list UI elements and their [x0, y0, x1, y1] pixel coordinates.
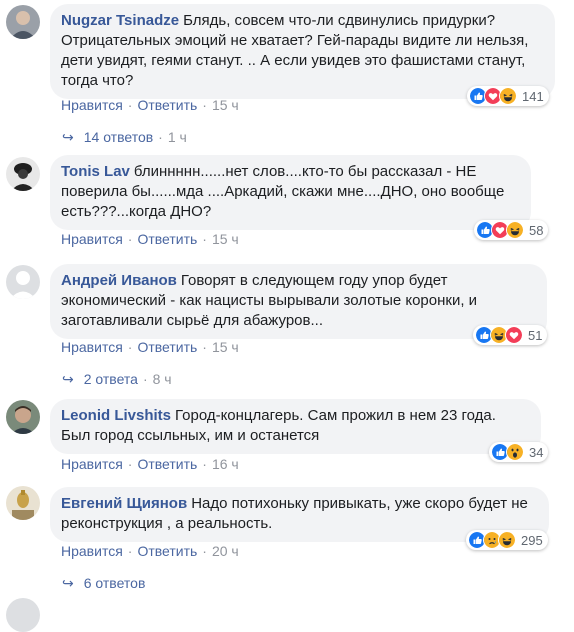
separator: ·: [202, 231, 207, 247]
comment-text: Leonid Livshits Город-концлагерь. Сам про…: [61, 406, 529, 446]
reaction-count: 141: [522, 88, 544, 104]
reaction-count: 34: [529, 444, 544, 460]
timestamp[interactable]: 15 ч: [212, 231, 239, 247]
comment-author[interactable]: Андрей Иванов: [61, 272, 177, 289]
comment-bubble: Nugzar Tsinadze Блядь, совсем что-ли сдви…: [50, 4, 555, 99]
comment-text: Андрей Иванов Говорят в следующем году уп…: [61, 271, 535, 331]
avatar[interactable]: [6, 486, 40, 520]
separator: ·: [142, 371, 148, 387]
replies-time: 1 ч: [167, 129, 187, 145]
timestamp[interactable]: 15 ч: [212, 339, 239, 355]
view-replies-link[interactable]: ↪ 14 ответов · 1 ч: [62, 129, 187, 146]
separator: ·: [127, 456, 133, 472]
comment-author[interactable]: Евгений Щиянов: [61, 495, 187, 512]
reaction-count: 51: [528, 327, 543, 343]
wow-icon: [506, 443, 524, 461]
timestamp[interactable]: 15 ч: [212, 97, 239, 113]
view-replies-link[interactable]: ↪ 6 ответов: [62, 575, 145, 592]
comment-actions: Нравится · Ответить · 15 ч: [61, 97, 239, 113]
view-replies-link[interactable]: ↪ 2 ответа · 8 ч: [62, 371, 172, 388]
reactions[interactable]: 34: [489, 442, 549, 462]
replies-count[interactable]: 2 ответа: [84, 371, 138, 387]
reactions[interactable]: 51: [473, 325, 548, 345]
reply-arrow-icon: ↪: [62, 129, 74, 145]
comment-text: Tonis Lav блиннннн......нет слов....кто-т…: [61, 162, 519, 222]
reply-arrow-icon: ↪: [62, 575, 74, 591]
comment-bubble: Leonid Livshits Город-концлагерь. Сам про…: [50, 399, 541, 454]
separator: ·: [202, 97, 207, 113]
like-button[interactable]: Нравится: [61, 543, 123, 559]
comment-actions: Нравится · Ответить · 15 ч: [61, 231, 239, 247]
reactions[interactable]: 295: [466, 530, 548, 550]
comment-actions: Нравится · Ответить · 15 ч: [61, 339, 239, 355]
comment-actions: Нравится · Ответить · 16 ч: [61, 456, 239, 472]
comment-text: Nugzar Tsinadze Блядь, совсем что-ли сдви…: [61, 11, 543, 91]
like-button[interactable]: Нравится: [61, 231, 123, 247]
comment-actions: Нравится · Ответить · 20 ч: [61, 543, 239, 559]
separator: ·: [202, 543, 207, 559]
replies-time: 8 ч: [152, 371, 172, 387]
love-icon: [505, 326, 523, 344]
reply-button[interactable]: Ответить: [137, 97, 197, 113]
reply-arrow-icon: ↪: [62, 371, 74, 387]
avatar[interactable]: [6, 265, 40, 299]
separator: ·: [127, 339, 133, 355]
timestamp[interactable]: 20 ч: [212, 543, 239, 559]
avatar[interactable]: [6, 598, 40, 632]
reply-button[interactable]: Ответить: [137, 456, 197, 472]
comment-bubble: Tonis Lav блиннннн......нет слов....кто-т…: [50, 155, 531, 230]
separator: ·: [202, 339, 207, 355]
avatar[interactable]: [6, 157, 40, 191]
replies-count[interactable]: 14 ответов: [84, 129, 153, 145]
like-button[interactable]: Нравится: [61, 456, 123, 472]
avatar[interactable]: [6, 5, 40, 39]
haha-icon: [506, 221, 524, 239]
timestamp[interactable]: 16 ч: [212, 456, 239, 472]
haha-icon: [499, 87, 517, 105]
haha-icon: [498, 531, 516, 549]
reaction-count: 58: [529, 222, 544, 238]
separator: ·: [127, 97, 133, 113]
separator: ·: [127, 543, 133, 559]
reactions[interactable]: 141: [467, 86, 549, 106]
reply-button[interactable]: Ответить: [137, 231, 197, 247]
separator: ·: [127, 231, 133, 247]
separator: ·: [202, 456, 207, 472]
reactions[interactable]: 58: [474, 220, 549, 240]
separator: ·: [158, 129, 163, 145]
avatar[interactable]: [6, 400, 40, 434]
comment-author[interactable]: Tonis Lav: [61, 163, 130, 180]
replies-count[interactable]: 6 ответов: [84, 575, 146, 591]
like-button[interactable]: Нравится: [61, 339, 123, 355]
reaction-count: 295: [521, 532, 543, 548]
reply-button[interactable]: Ответить: [137, 543, 197, 559]
comment-bubble: Андрей Иванов Говорят в следующем году уп…: [50, 264, 547, 339]
reply-button[interactable]: Ответить: [137, 339, 197, 355]
comment-author[interactable]: Nugzar Tsinadze: [61, 12, 179, 29]
comment-author[interactable]: Leonid Livshits: [61, 407, 171, 424]
comment-text: Евгений Щиянов Надо потихоньку привыкать,…: [61, 494, 537, 534]
like-button[interactable]: Нравится: [61, 97, 123, 113]
